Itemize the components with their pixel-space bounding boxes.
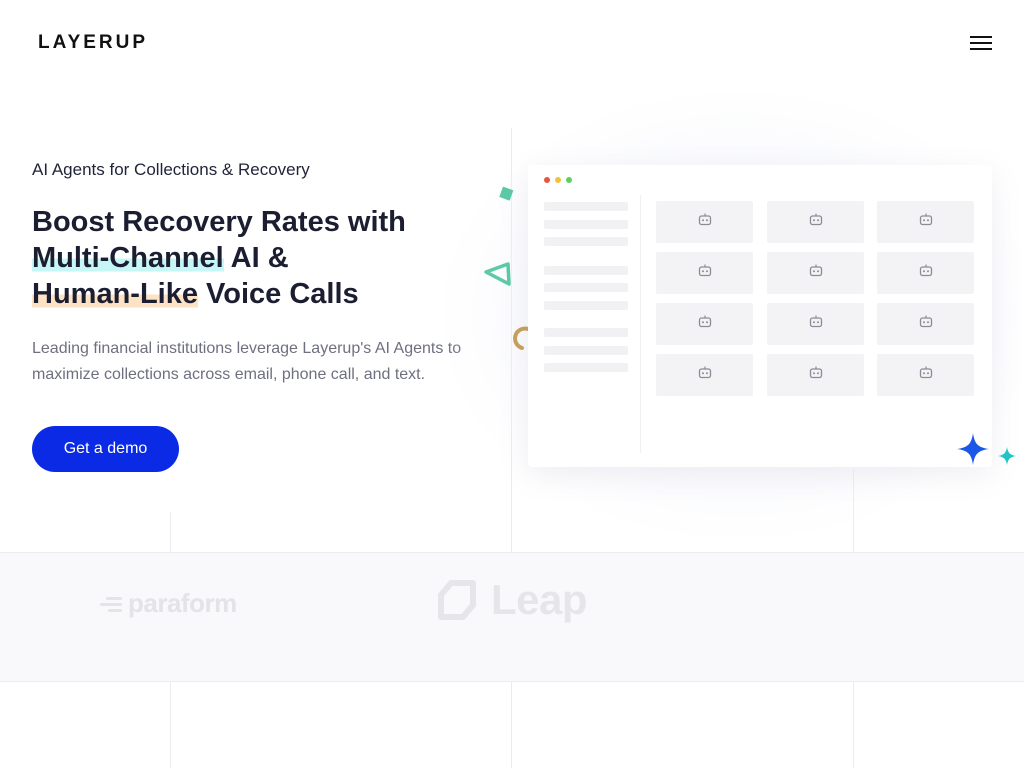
- robot-icon: [698, 315, 712, 333]
- hamburger-menu-icon[interactable]: [966, 32, 996, 54]
- mock-sidebar-line: [544, 346, 628, 355]
- mock-sidebar-line: [544, 237, 628, 246]
- robot-icon: [698, 264, 712, 282]
- agent-tile: [767, 201, 864, 243]
- leap-mark-icon: [438, 580, 476, 620]
- robot-icon: [809, 264, 823, 282]
- robot-icon: [919, 264, 933, 282]
- headline-line-2: Multi-Channel AI &: [32, 240, 502, 276]
- mock-sidebar-line: [544, 328, 628, 337]
- mock-sidebar-line: [544, 283, 628, 292]
- agent-tile: [877, 354, 974, 396]
- agent-tile: [877, 303, 974, 345]
- agent-tile: [767, 354, 864, 396]
- agent-tile: [656, 201, 753, 243]
- window-dot-red: [544, 177, 550, 183]
- headline-highlight-multichannel: Multi-Channel: [32, 242, 224, 274]
- agent-tile: [877, 201, 974, 243]
- robot-icon: [919, 366, 933, 384]
- hero-subtext: Leading financial institutions leverage …: [32, 340, 462, 383]
- grid-line: [170, 512, 171, 552]
- mock-divider: [640, 195, 641, 453]
- robot-icon: [698, 213, 712, 231]
- brand-logo[interactable]: LAYERUP: [38, 32, 148, 54]
- robot-icon: [919, 315, 933, 333]
- robot-icon: [809, 315, 823, 333]
- headline-line-1: Boost Recovery Rates with: [32, 206, 406, 238]
- leap-logo-text: Leap: [491, 576, 588, 623]
- headline-line-3-rest: Voice Calls: [197, 278, 359, 310]
- robot-icon: [809, 213, 823, 231]
- robot-icon: [809, 366, 823, 384]
- agent-tile: [767, 303, 864, 345]
- grid-line: [511, 682, 512, 768]
- paraform-logo: paraform: [100, 588, 237, 619]
- headline-highlight-humanlike: Human-Like: [32, 278, 198, 310]
- agent-tile: [877, 252, 974, 294]
- paraform-mark-icon: [100, 596, 122, 612]
- green-diamond-icon: [499, 186, 514, 201]
- robot-icon: [919, 213, 933, 231]
- headline-line-2-rest: AI &: [223, 242, 289, 274]
- mock-sidebar-line: [544, 202, 628, 211]
- robot-icon: [698, 366, 712, 384]
- hero-headline: Boost Recovery Rates with Multi-Channel …: [32, 204, 502, 312]
- agent-tile: [656, 252, 753, 294]
- mock-sidebar-line: [544, 220, 628, 229]
- get-demo-button[interactable]: Get a demo: [32, 426, 179, 472]
- green-triangle-icon: [484, 262, 511, 286]
- agent-tile: [656, 303, 753, 345]
- hero-eyebrow: AI Agents for Collections & Recovery: [32, 160, 310, 179]
- teal-sparkle-icon: [998, 447, 1016, 465]
- mock-sidebar-line: [544, 301, 628, 310]
- mock-sidebar-line: [544, 363, 628, 372]
- site-header: LAYERUP: [0, 0, 1024, 86]
- grid-line: [853, 682, 854, 768]
- agent-tile: [656, 354, 753, 396]
- mock-sidebar-line: [544, 266, 628, 275]
- headline-line-3: Human-Like Voice Calls: [32, 276, 502, 312]
- agent-tile: [767, 252, 864, 294]
- blue-sparkle-icon: [957, 433, 989, 465]
- leap-logo: Leap: [437, 576, 588, 624]
- dashboard-mockup: [528, 165, 992, 467]
- grid-line: [170, 682, 171, 768]
- window-dot-yellow: [555, 177, 561, 183]
- paraform-logo-text: paraform: [128, 588, 237, 618]
- window-dot-green: [566, 177, 572, 183]
- hero-section: AI Agents for Collections & Recovery Boo…: [32, 160, 502, 388]
